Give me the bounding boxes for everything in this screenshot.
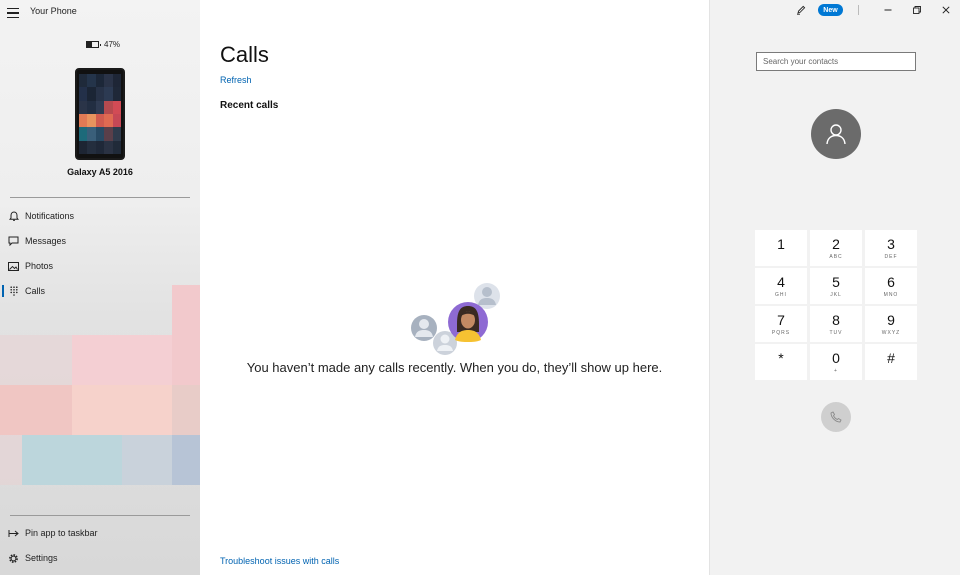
calls-page: Calls Refresh Recent calls You haven’t m… [200,0,709,575]
sidebar-divider [10,515,190,516]
device-name: Galaxy A5 2016 [67,167,133,177]
dial-key-digit: * [778,349,784,366]
dialpad-icon [8,286,19,297]
menu-button[interactable] [7,8,19,18]
sidebar-item-label: Messages [25,236,67,246]
dial-key[interactable]: # [865,344,917,380]
settings-button[interactable]: Settings [0,547,200,569]
dial-key-digit: 0 [832,349,840,366]
dial-key-letters: + [834,367,838,374]
battery-percent: 47% [104,40,121,49]
contact-avatar [811,109,861,159]
battery-status: 47% [86,40,120,49]
dial-key-digit: 2 [832,235,840,252]
sidebar-divider [10,197,190,198]
phone-image [75,68,125,160]
dial-key-letters: GHI [775,291,787,298]
sidebar-item-label: Pin app to taskbar [25,528,98,538]
sidebar-item-notifications[interactable]: Notifications [0,205,200,227]
dialpad: 1 2 ABC 3 DEF 4 GHI 5 JKL 6 MNO 7 PQRS 8 TUV 9 WXYZ * 0 + # [755,230,918,380]
titlebar-separator [858,5,859,15]
sidebar-item-label: Calls [25,286,46,296]
dial-key[interactable]: 4 GHI [755,268,807,304]
pin-to-taskbar-button[interactable]: Pin app to taskbar [0,522,200,544]
sidebar-item-messages[interactable]: Messages [0,230,200,252]
section-heading: Recent calls [220,100,279,111]
photo-icon [8,261,19,272]
battery-icon [86,41,101,48]
empty-calls-illustration [411,283,500,355]
phone-icon [830,411,842,423]
dial-key[interactable]: 3 DEF [865,230,917,266]
dial-key[interactable]: 5 JKL [810,268,862,304]
sidebar-item-label: Photos [25,261,54,271]
new-badge[interactable]: New [818,4,843,16]
dial-key[interactable]: 0 + [810,344,862,380]
sidebar-item-label: Settings [25,553,58,563]
titlebar: New [710,0,960,22]
dial-key-letters: PQRS [771,329,791,336]
dial-key-digit: 7 [777,311,785,328]
bell-icon [8,210,19,222]
dial-key-letters: MNO [883,291,899,298]
dial-key[interactable]: 1 [755,230,807,266]
troubleshoot-link[interactable]: Troubleshoot issues with calls [220,556,339,566]
sidebar-item-photos[interactable]: Photos [0,255,200,277]
message-icon [8,236,19,247]
dialer-pane: New 12ABC3DEF4GHI5JKL6MNO7PQRS8TUV9WXYZ*… [709,0,960,575]
minimize-button[interactable] [882,3,894,17]
app-title: Your Phone [30,6,77,16]
minimize-icon [884,9,892,11]
dial-key[interactable]: 6 MNO [865,268,917,304]
dial-key[interactable]: * [755,344,807,380]
pin-icon [8,528,19,539]
sidebar-item-label: Notifications [25,211,75,221]
page-title: Calls [220,42,269,67]
dial-key-digit: 6 [887,273,895,290]
dial-key[interactable]: 7 PQRS [755,306,807,342]
dial-key-digit: 1 [777,235,785,252]
sidebar-item-calls[interactable]: Calls [0,280,200,302]
dial-key-digit: 5 [832,273,840,290]
dial-key-digit: 4 [777,273,785,290]
pen-icon [797,5,806,15]
restore-icon [913,6,921,14]
dial-key[interactable]: 8 TUV [810,306,862,342]
contact-search-input[interactable] [756,52,916,71]
close-button[interactable] [940,3,952,17]
refresh-link[interactable]: Refresh [220,75,252,85]
dial-key-digit: 9 [887,311,895,328]
empty-state-message: You haven’t made any calls recently. Whe… [246,360,663,375]
dial-key-letters: TUV [829,329,843,336]
gear-icon [8,553,19,564]
feedback-button[interactable] [794,3,808,17]
dial-key-digit: # [887,349,895,366]
dial-key[interactable]: 2 ABC [810,230,862,266]
dial-key-letters: ABC [829,253,843,260]
close-icon [942,6,950,14]
dial-key-letters: WXYZ [881,329,901,336]
call-button[interactable] [821,402,851,432]
person-icon [826,124,846,145]
dial-key-digit: 3 [887,235,895,252]
dial-key-digit: 8 [832,311,840,328]
dial-key[interactable]: 9 WXYZ [865,306,917,342]
dial-key-letters: DEF [884,253,898,260]
sidebar: Your Phone 47% Galaxy A5 2016 Notificati… [0,0,200,575]
dial-key-letters: JKL [830,291,842,298]
restore-button[interactable] [911,3,923,17]
